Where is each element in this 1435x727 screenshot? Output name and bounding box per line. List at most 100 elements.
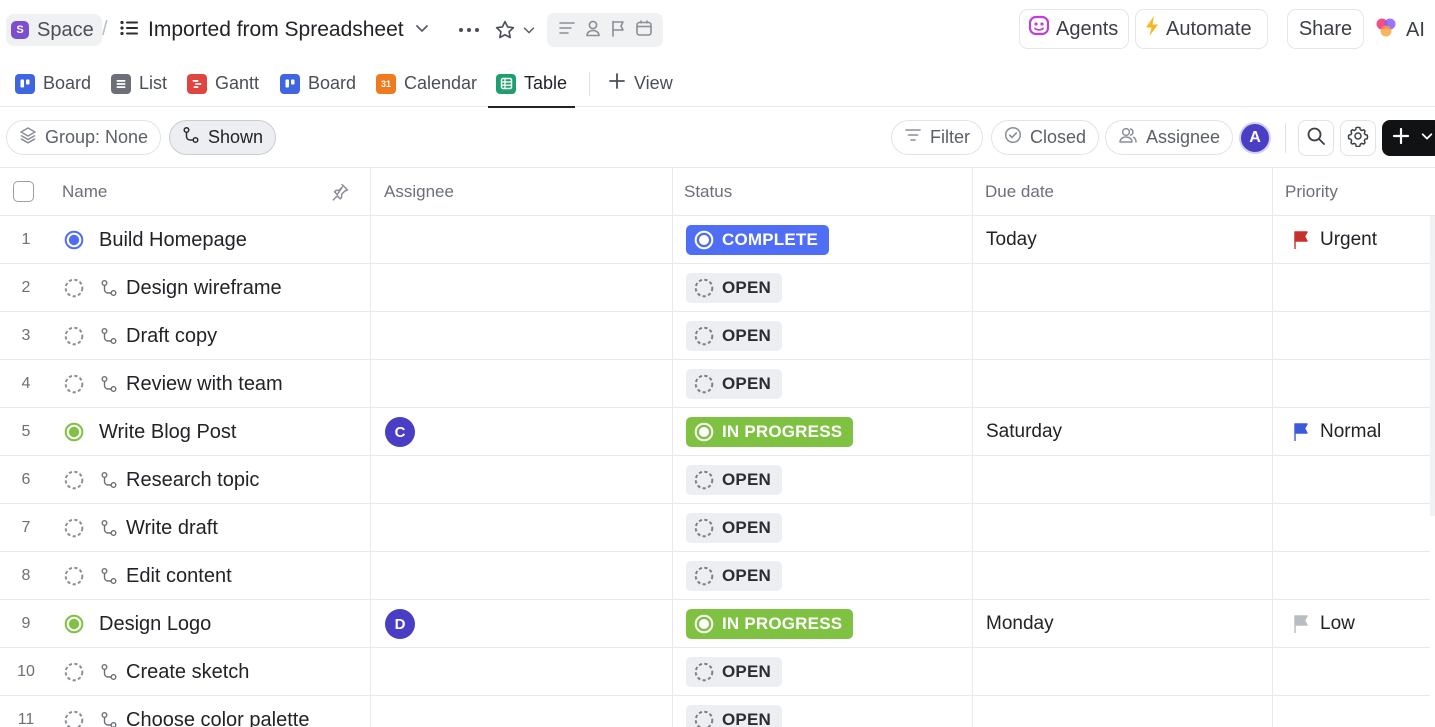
task-name[interactable]: Draft copy	[126, 312, 217, 360]
tab-gantt[interactable]: Gantt	[187, 60, 259, 107]
task-status-icon[interactable]	[64, 504, 84, 552]
task-status-icon[interactable]	[64, 360, 84, 408]
status-badge[interactable]: IN PROGRESS	[686, 609, 854, 639]
current-user-avatar[interactable]: A	[1239, 122, 1271, 154]
table-row[interactable]: 7 Write draft OPEN	[0, 504, 1430, 552]
column-header-name[interactable]: Name	[62, 168, 107, 216]
task-status-icon[interactable]	[64, 408, 84, 456]
task-name[interactable]: Create sketch	[126, 648, 249, 696]
settings-button[interactable]	[1340, 120, 1376, 156]
flag-icon[interactable]	[610, 19, 626, 42]
task-name[interactable]: Review with team	[126, 360, 283, 408]
status-cell[interactable]: OPEN	[686, 360, 782, 408]
pin-icon[interactable]	[330, 168, 350, 216]
status-cell[interactable]: OPEN	[686, 312, 782, 360]
tab-list[interactable]: List	[111, 60, 167, 107]
task-name[interactable]: Choose color palette	[126, 696, 309, 727]
task-status-icon[interactable]	[64, 600, 84, 648]
tab-calendar[interactable]: 31 Calendar	[376, 60, 477, 107]
status-cell[interactable]: OPEN	[686, 648, 782, 696]
agents-button[interactable]: Agents	[1019, 9, 1129, 49]
status-cell[interactable]: IN PROGRESS	[686, 600, 854, 648]
table-row[interactable]: 8 Edit content OPEN	[0, 552, 1430, 600]
tab-board-2[interactable]: Board	[280, 60, 356, 107]
status-badge[interactable]: OPEN	[686, 465, 782, 495]
status-cell[interactable]: IN PROGRESS	[686, 408, 854, 456]
status-badge[interactable]: OPEN	[686, 369, 782, 399]
column-header-status[interactable]: Status	[684, 168, 732, 216]
task-name[interactable]: Build Homepage	[99, 216, 247, 264]
table-row[interactable]: 6 Research topic OPEN	[0, 456, 1430, 504]
task-status-icon[interactable]	[64, 648, 84, 696]
select-all-checkbox[interactable]	[13, 181, 34, 202]
closed-tasks-button[interactable]: Closed	[991, 120, 1100, 155]
status-cell[interactable]: OPEN	[686, 456, 782, 504]
column-header-assignee[interactable]: Assignee	[384, 168, 454, 216]
shown-subtasks-button[interactable]: Shown	[169, 120, 277, 155]
calendar-icon[interactable]	[635, 19, 653, 42]
task-name[interactable]: Write draft	[126, 504, 218, 552]
status-badge[interactable]: IN PROGRESS	[686, 417, 854, 447]
automate-button[interactable]: Automate	[1135, 9, 1268, 49]
status-cell[interactable]: OPEN	[686, 504, 782, 552]
tab-board[interactable]: Board	[15, 60, 91, 107]
column-header-due-date[interactable]: Due date	[985, 168, 1054, 216]
task-status-icon[interactable]	[64, 552, 84, 600]
task-name[interactable]: Write Blog Post	[99, 408, 236, 456]
task-name[interactable]: Design wireframe	[126, 264, 282, 312]
search-button[interactable]	[1298, 120, 1334, 156]
favorite-star-icon[interactable]	[492, 17, 518, 43]
table-row[interactable]: 10 Create sketch OPEN	[0, 648, 1430, 696]
table-row[interactable]: 1 Build Homepage COMPLETE Today Urgent	[0, 216, 1430, 264]
table-row[interactable]: 2 Design wireframe OPEN	[0, 264, 1430, 312]
status-badge[interactable]: OPEN	[686, 561, 782, 591]
status-badge[interactable]: OPEN	[686, 273, 782, 303]
due-date[interactable]: Saturday	[986, 408, 1062, 456]
vertical-scrollbar[interactable]	[1430, 216, 1435, 516]
table-row[interactable]: 4 Review with team OPEN	[0, 360, 1430, 408]
task-status-icon[interactable]	[64, 312, 84, 360]
task-name[interactable]: Design Logo	[99, 600, 211, 648]
filter-button[interactable]: Filter	[891, 120, 983, 155]
due-date[interactable]: Today	[986, 216, 1037, 264]
table-row[interactable]: 11 Choose color palette OPEN	[0, 696, 1430, 727]
task-status-icon[interactable]	[64, 696, 84, 727]
user-icon[interactable]	[585, 19, 601, 42]
chevron-down-icon[interactable]	[520, 20, 538, 40]
description-icon[interactable]	[558, 20, 576, 41]
table-row[interactable]: 9 Design Logo D IN PROGRESS Monday Low	[0, 600, 1430, 648]
add-view-button[interactable]: View	[608, 60, 673, 107]
status-cell[interactable]: OPEN	[686, 552, 782, 600]
due-date[interactable]: Monday	[986, 600, 1054, 648]
assignee-cell[interactable]: C	[385, 408, 415, 456]
status-cell[interactable]: OPEN	[686, 264, 782, 312]
add-task-button[interactable]	[1382, 120, 1435, 156]
priority-cell[interactable]: Normal	[1292, 408, 1381, 456]
group-by-button[interactable]: Group: None	[6, 120, 162, 155]
priority-cell[interactable]: Urgent	[1292, 216, 1377, 264]
status-cell[interactable]: COMPLETE	[686, 216, 830, 264]
share-button[interactable]: Share	[1287, 9, 1364, 49]
status-badge[interactable]: OPEN	[686, 657, 782, 687]
list-title-button[interactable]: Imported from Spreadsheet	[120, 15, 430, 45]
assignee-cell[interactable]: D	[385, 600, 415, 648]
space-breadcrumb[interactable]: S Space	[6, 14, 102, 46]
task-status-icon[interactable]	[64, 264, 84, 312]
ai-button[interactable]: AI	[1374, 13, 1425, 47]
task-status-icon[interactable]	[64, 456, 84, 504]
table-row[interactable]: 5 Write Blog Post C IN PROGRESS Saturday Norm…	[0, 408, 1430, 456]
priority-cell[interactable]: Low	[1292, 600, 1355, 648]
task-name[interactable]: Edit content	[126, 552, 232, 600]
table-row[interactable]: 3 Draft copy OPEN	[0, 312, 1430, 360]
task-name[interactable]: Research topic	[126, 456, 259, 504]
status-badge[interactable]: OPEN	[686, 321, 782, 351]
assignee-filter-button[interactable]: Assignee	[1105, 120, 1234, 155]
status-badge[interactable]: OPEN	[686, 513, 782, 543]
task-status-icon[interactable]	[64, 216, 84, 264]
status-badge[interactable]: OPEN	[686, 705, 782, 727]
column-header-priority[interactable]: Priority	[1285, 168, 1338, 216]
status-cell[interactable]: OPEN	[686, 696, 782, 727]
tab-table[interactable]: Table	[488, 60, 576, 108]
status-badge[interactable]: COMPLETE	[686, 225, 830, 255]
more-options-icon[interactable]	[455, 18, 483, 42]
